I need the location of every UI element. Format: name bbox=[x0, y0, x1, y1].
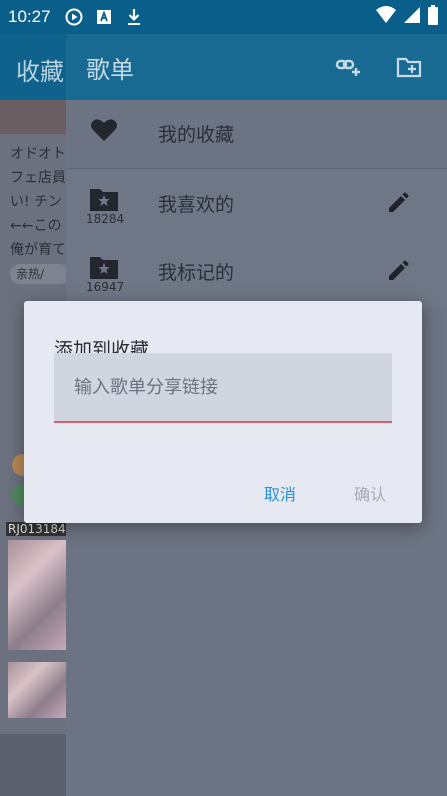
wifi-icon bbox=[375, 6, 397, 28]
drawer-title: 歌单 bbox=[86, 56, 134, 84]
edit-icon[interactable] bbox=[385, 258, 411, 284]
playlist-label: 我标记的 bbox=[158, 262, 235, 284]
signal-icon bbox=[403, 6, 421, 28]
playlist-item-liked[interactable]: 18284 我喜欢的 bbox=[66, 170, 447, 238]
add-to-favorites-dialog: 添加到收藏 取消 确认 bbox=[24, 301, 422, 523]
link-add-icon[interactable] bbox=[334, 52, 364, 82]
heart-icon bbox=[88, 116, 120, 144]
battery-icon bbox=[427, 5, 439, 29]
background-id-tag: RJ013184 bbox=[6, 522, 68, 536]
status-time: 10:27 bbox=[8, 7, 51, 26]
background-description: オドオト フェ店員 い! チン ←←この 俺が育て bbox=[10, 146, 66, 258]
background-thumbnail bbox=[0, 100, 66, 134]
background-title: 收藏 bbox=[16, 58, 64, 86]
folder-star-icon bbox=[88, 254, 120, 282]
a-badge-icon bbox=[93, 6, 115, 28]
status-bar: 10:27 bbox=[0, 0, 447, 34]
share-link-input[interactable] bbox=[54, 353, 392, 423]
playlist-item-marked[interactable]: 16947 我标记的 bbox=[66, 238, 447, 306]
background-bottom-nav bbox=[0, 734, 66, 796]
background-cover-image bbox=[8, 662, 66, 718]
edit-icon[interactable] bbox=[385, 190, 411, 216]
background-chip: 亲热/ bbox=[10, 264, 70, 284]
divider bbox=[66, 168, 447, 169]
playlist-count: 16947 bbox=[86, 280, 125, 294]
folder-add-icon[interactable] bbox=[394, 52, 424, 82]
playlist-count: 18284 bbox=[86, 212, 125, 226]
playlist-label: 我喜欢的 bbox=[158, 194, 235, 216]
background-cover-image bbox=[8, 540, 66, 650]
cancel-button[interactable]: 取消 bbox=[264, 481, 296, 505]
playlist-label: 我的收藏 bbox=[158, 124, 235, 146]
play-circle-icon bbox=[63, 6, 85, 28]
drawer-header: 歌单 bbox=[66, 34, 447, 100]
playlist-item-favorites[interactable]: 我的收藏 bbox=[66, 100, 447, 168]
folder-star-icon bbox=[88, 186, 120, 214]
download-icon bbox=[123, 6, 145, 28]
confirm-button[interactable]: 确认 bbox=[354, 481, 386, 505]
